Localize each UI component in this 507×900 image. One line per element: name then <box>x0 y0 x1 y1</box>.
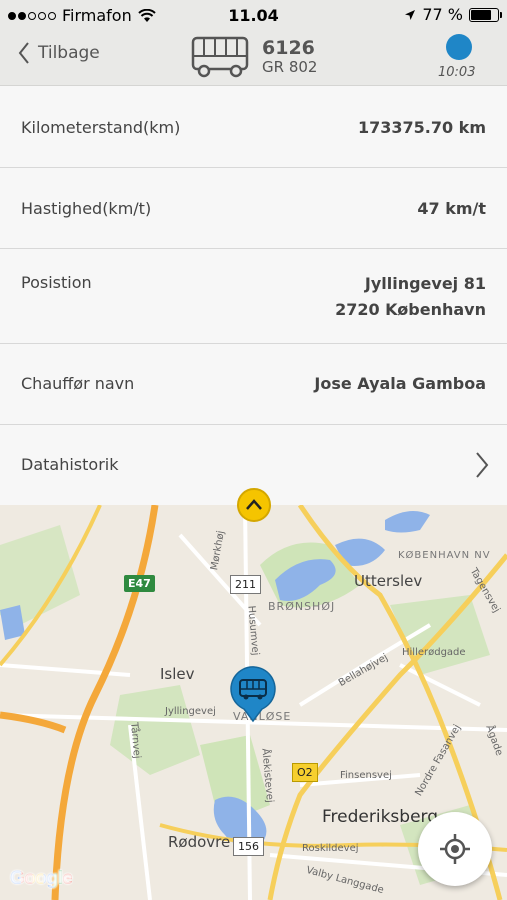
map-label: Hillerødgade <box>402 647 466 658</box>
row-label: Kilometerstand(km) <box>21 118 181 137</box>
row-label: Hastighed(km/t) <box>21 199 152 218</box>
lake-area <box>385 511 430 533</box>
back-button[interactable]: Tilbage <box>18 42 100 64</box>
status-bar: Firmafon 11.04 77 % <box>0 0 507 30</box>
row-value-line1: Jyllingevej 81 <box>364 274 486 293</box>
road-shield-156: 156 <box>233 837 264 856</box>
chevron-left-icon <box>18 42 29 64</box>
back-label: Tilbage <box>38 43 100 63</box>
bus-location-marker[interactable] <box>228 665 278 723</box>
battery-icon <box>469 7 502 22</box>
battery-percent: 77 % <box>422 5 463 24</box>
vehicle-number: 6126 <box>262 37 315 59</box>
row-value: 47 km/t <box>417 199 486 218</box>
map-label: Roskildevej <box>302 843 359 854</box>
row-label: Posistion <box>21 273 92 292</box>
vehicle-plate: GR 802 <box>262 58 318 76</box>
vehicle-info: 6126 GR 802 <box>262 38 317 76</box>
row-label: Chauffør navn <box>21 374 135 393</box>
row-kilometerstand: Kilometerstand(km) 173375.70 km <box>0 87 507 168</box>
road-shield-o2: O2 <box>292 763 318 782</box>
map-label: KØBENHAVN NV <box>398 550 491 561</box>
map-label: Finsensvej <box>340 770 392 781</box>
nav-header: Tilbage 6126 GR 802 10:03 <box>0 30 507 86</box>
status-indicator <box>446 34 472 60</box>
row-hastighed: Hastighed(km/t) 47 km/t <box>0 168 507 249</box>
chevron-up-icon <box>246 499 262 510</box>
location-arrow-icon <box>405 9 416 20</box>
bus-icon <box>191 36 249 78</box>
status-time: 10:03 <box>438 65 476 80</box>
park-area <box>110 685 200 775</box>
status-bar-right: 77 % <box>404 5 502 24</box>
row-value: 173375.70 km <box>357 118 486 137</box>
collapse-map-button[interactable] <box>237 488 271 522</box>
map-label: Jyllingevej <box>165 706 216 717</box>
row-chauffor: Chauffør navn Jose Ayala Gamboa <box>0 344 507 425</box>
row-position: Posistion Jyllingevej 81 2720 København <box>0 249 507 344</box>
map-label: Rødovre <box>168 833 231 851</box>
map-label: BRØNSHØJ <box>268 600 336 613</box>
google-logo: Google <box>10 868 73 889</box>
locate-me-button[interactable] <box>418 812 492 886</box>
row-value-line2: 2720 København <box>335 300 486 319</box>
road-shield-e47: E47 <box>124 575 155 592</box>
chevron-right-icon <box>476 452 489 478</box>
crosshair-icon <box>440 834 470 864</box>
row-label: Datahistorik <box>21 455 119 474</box>
road-shield-211: 211 <box>230 575 261 594</box>
row-value[interactable]: Jose Ayala Gamboa <box>314 371 486 397</box>
map-label: Islev <box>160 665 195 683</box>
map-label: Utterslev <box>354 572 423 590</box>
